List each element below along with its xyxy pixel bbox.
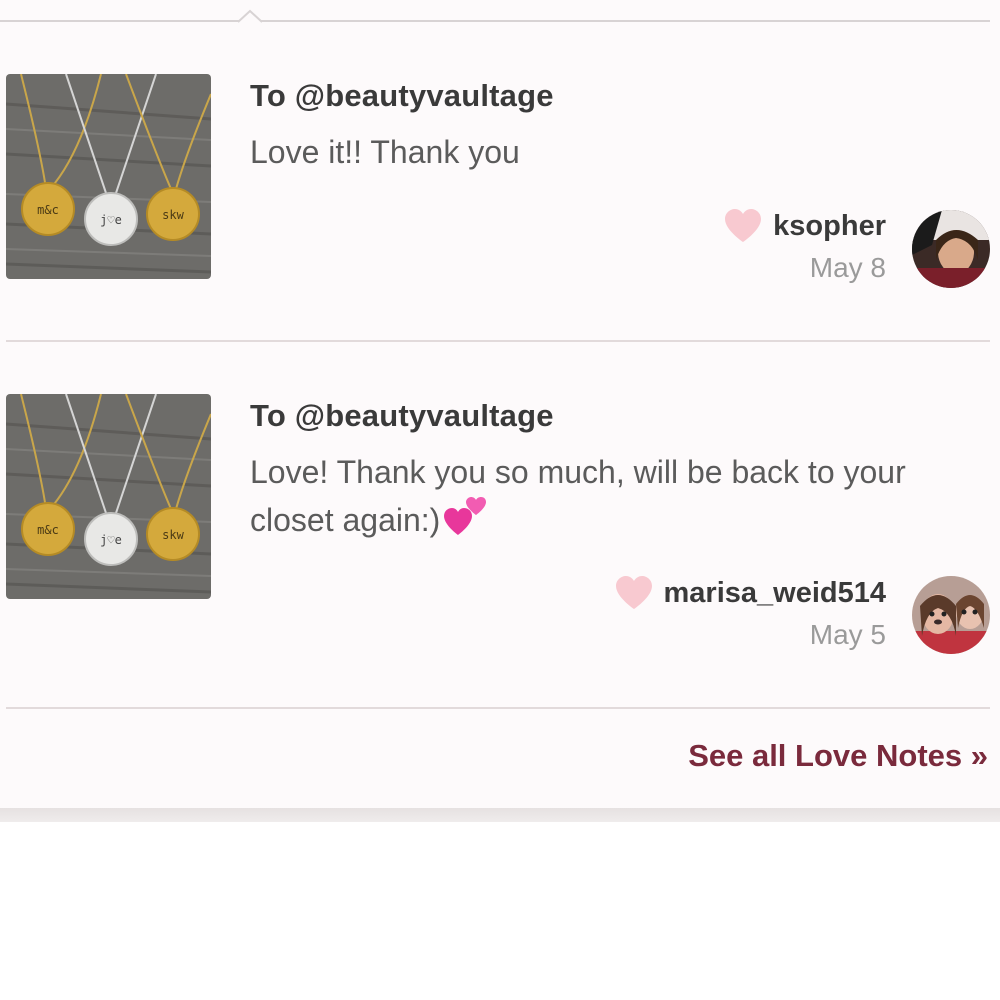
svg-text:m&c: m&c [37,523,59,537]
note-recipient[interactable]: To @beautyvaultage [250,78,554,114]
two-hearts-emoji-icon [444,497,487,535]
note-divider [6,340,990,342]
user-avatar[interactable] [912,210,990,288]
note-date: May 5 [809,619,886,650]
note-author: marisa_weid514 [614,575,886,611]
svg-text:skw: skw [162,528,184,542]
note-message: Love it!! Thank you [250,128,990,176]
necklace-image: m&c j♡e skw [6,74,211,279]
note-date: May 8 [809,252,886,283]
caret-pointer-icon [238,9,262,23]
heart-icon[interactable] [614,575,654,611]
svg-text:j♡e: j♡e [100,213,122,227]
author-username[interactable]: ksopher [773,210,886,243]
footer-divider [6,707,990,709]
svg-text:m&c: m&c [37,203,59,217]
product-thumbnail[interactable]: m&c j♡e skw [6,74,211,279]
note-message-text: Love it!! Thank you [250,134,520,170]
svg-text:j♡e: j♡e [100,533,122,547]
user-avatar[interactable] [912,576,990,654]
heart-icon[interactable] [723,208,763,244]
svg-text:skw: skw [162,208,184,222]
love-note: m&c j♡e skw To @beautyvaultage Love! Tha… [0,380,1000,680]
love-notes-panel: m&c j♡e skw To @beautyvaultage Love it!!… [0,0,1000,810]
product-thumbnail[interactable]: m&c j♡e skw [6,394,211,599]
panel-shadow [0,808,1000,822]
author-username[interactable]: marisa_weid514 [664,577,886,610]
love-note: m&c j♡e skw To @beautyvaultage Love it!!… [0,60,1000,360]
avatar-image [912,576,990,654]
note-message-text: Love! Thank you so much, will be back to… [250,454,906,538]
avatar-image [912,210,990,288]
see-all-love-notes-link[interactable]: See all Love Notes » [688,738,988,774]
necklace-image: m&c j♡e skw [6,394,211,599]
top-divider [0,20,990,22]
note-message: Love! Thank you so much, will be back to… [250,448,990,544]
note-recipient[interactable]: To @beautyvaultage [250,398,554,434]
note-author: ksopher [723,208,886,244]
